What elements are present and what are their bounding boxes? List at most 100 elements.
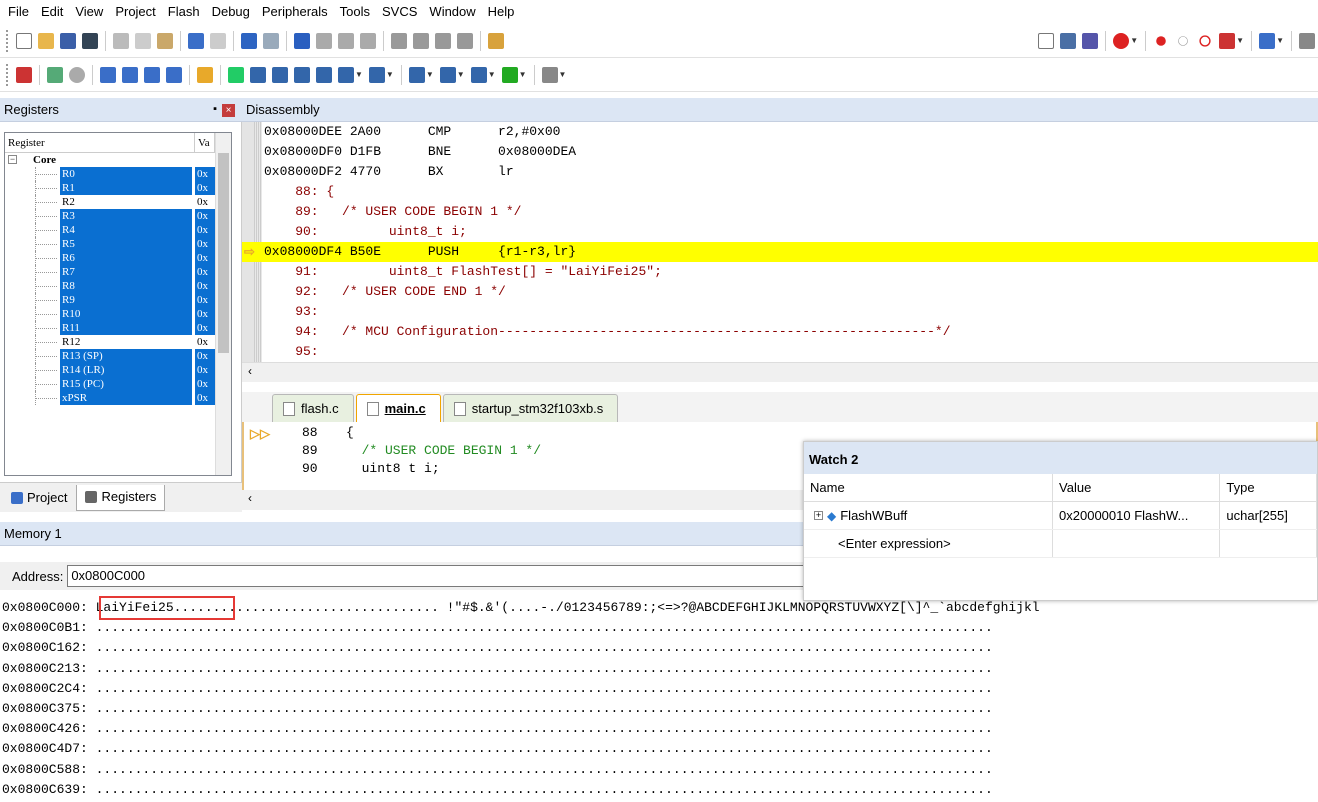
disassembly-line[interactable]: 90: uint8_t i; [264,222,467,242]
disassembly-hscrollbar[interactable]: ‹ [242,362,1318,382]
menu-project[interactable]: Project [109,0,161,24]
close-icon[interactable]: × [222,104,235,117]
show-next-statement-icon[interactable] [197,66,213,83]
clear-bookmarks-icon[interactable] [360,32,376,49]
register-value[interactable]: 0x [195,167,215,181]
dropdown-arrow-icon[interactable]: ▼ [519,70,527,79]
toolbox-icon[interactable] [541,66,558,83]
register-row[interactable]: R9 0x [5,293,231,307]
register-group-core[interactable]: − Core [5,153,231,167]
indent-icon[interactable] [391,32,407,49]
comment-icon[interactable] [435,32,451,49]
copy-icon[interactable] [135,32,151,49]
value-column-header[interactable]: Va [195,133,215,152]
memory-line[interactable]: 0x0800C162: ............................… [2,638,993,659]
watch-row[interactable]: + ◆ FlashWBuff 0x20000010 FlashW... ucha… [804,502,1317,530]
dropdown-arrow-icon[interactable]: ▼ [386,70,394,79]
kill-breakpoints-icon[interactable] [1199,34,1211,47]
watch-value[interactable] [1053,530,1221,557]
open-folder-icon[interactable] [38,32,54,49]
register-value[interactable]: 0x [195,321,215,335]
disassembly-line[interactable]: 93: [264,302,326,322]
registers-grid[interactable]: Register Va − Core R0 0x R1 0x R2 0x R3 0x R4 0x R… [4,132,232,476]
dropdown-arrow-icon[interactable]: ▼ [1130,36,1138,45]
watch-title[interactable]: Watch 2 [804,442,1317,474]
new-file-icon[interactable] [16,32,32,49]
register-row[interactable]: R13 (SP) 0x [5,349,231,363]
menu-peripherals[interactable]: Peripherals [256,0,334,24]
dropdown-arrow-icon[interactable]: ▼ [457,70,465,79]
menu-view[interactable]: View [69,0,109,24]
register-value[interactable]: 0x [195,307,215,321]
analysis-window-icon[interactable] [439,66,456,83]
serial-window-icon[interactable] [408,66,425,83]
current-instruction-line[interactable]: 0x08000DF4 B50E PUSH {r1-r3,lr} [242,242,1318,262]
tab-registers[interactable]: Registers [76,484,166,511]
menu-svcs[interactable]: SVCS [376,0,423,24]
nav-back-icon[interactable] [241,32,257,49]
redo-icon[interactable] [210,32,226,49]
disassembly-line[interactable]: 94: /* MCU Configuration----------------… [264,322,950,342]
save-icon[interactable] [60,32,76,49]
dropdown-arrow-icon[interactable]: ▼ [355,70,363,79]
collapse-icon[interactable]: − [8,155,17,164]
register-row[interactable]: R3 0x [5,209,231,223]
memory-line[interactable]: 0x0800C375: ............................… [2,699,993,720]
window-layout-icon[interactable] [1259,32,1276,49]
scroll-left-icon[interactable]: ‹ [248,491,252,505]
register-column-header[interactable]: Register [5,133,195,152]
register-value[interactable]: 0x [195,349,215,363]
find-icon[interactable] [1060,32,1077,49]
step-into-icon[interactable] [100,66,116,83]
menu-file[interactable]: File [0,0,35,24]
enter-expression[interactable]: <Enter expression> [804,530,1054,557]
disassembly-window-icon[interactable] [250,66,266,83]
menu-debug[interactable]: Debug [206,0,256,24]
address-input[interactable]: 0x0800C000 [67,565,848,587]
undo-icon[interactable] [188,32,204,49]
trace-window-icon[interactable] [470,66,487,83]
register-value[interactable]: 0x [195,251,215,265]
disassembly-line[interactable]: 95: [264,342,326,362]
disable-breakpoint-icon[interactable] [1178,35,1188,46]
bookmark-icon[interactable] [294,32,310,49]
stop-icon[interactable] [69,66,85,83]
scrollbar-thumb[interactable] [218,153,229,353]
configure-icon[interactable] [1219,32,1236,49]
register-value[interactable]: 0x [195,181,215,195]
memory-line[interactable]: 0x0800C639: ............................… [2,780,993,801]
run-icon[interactable] [47,66,63,83]
watch-value-header[interactable]: Value [1053,474,1221,501]
menu-window[interactable]: Window [423,0,481,24]
reset-icon[interactable] [16,66,32,83]
call-stack-icon[interactable] [316,66,332,83]
register-value[interactable]: 0x [195,363,215,377]
command-window-icon[interactable] [228,66,244,83]
register-value[interactable]: 0x [195,265,215,279]
register-row[interactable]: xPSR 0x [5,391,231,405]
registers-scrollbar[interactable] [215,133,231,475]
register-value[interactable]: 0x [195,377,215,391]
system-viewer-icon[interactable] [501,66,518,83]
dropdown-arrow-icon[interactable]: ▼ [1236,36,1244,45]
uncomment-icon[interactable] [457,32,473,49]
cut-icon[interactable] [113,32,129,49]
step-out-icon[interactable] [144,66,160,83]
register-row[interactable]: R7 0x [5,265,231,279]
register-value[interactable]: 0x [195,279,215,293]
register-value[interactable]: 0x [195,293,215,307]
code-line[interactable]: uint8 t i; [346,460,440,478]
dropdown-arrow-icon[interactable]: ▼ [426,70,434,79]
wrench-icon[interactable] [1299,32,1315,49]
register-value[interactable]: 0x [195,237,215,251]
menu-help[interactable]: Help [482,0,521,24]
memory-line[interactable]: 0x0800C426: ............................… [2,719,993,740]
menu-edit[interactable]: Edit [35,0,69,24]
disassembly-body[interactable]: 0x08000DEE 2A00 CMP r2,#0x00 0x08000DF0 D… [242,122,1318,362]
memory-line[interactable]: 0x0800C588: ............................… [2,760,993,781]
step-over-icon[interactable] [122,66,138,83]
incremental-find-icon[interactable] [1082,32,1099,49]
unindent-icon[interactable] [413,32,429,49]
register-value[interactable]: 0x [195,195,215,209]
menu-flash[interactable]: Flash [162,0,206,24]
